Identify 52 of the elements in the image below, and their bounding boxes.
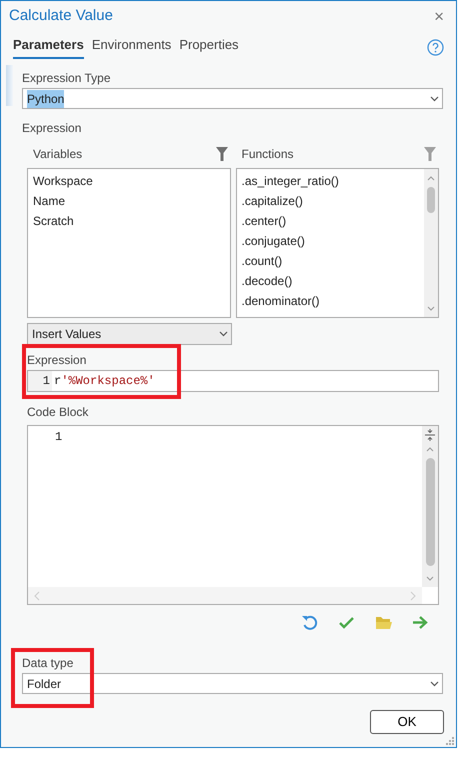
filter-icon[interactable]	[423, 146, 437, 162]
folder-icon[interactable]	[375, 614, 393, 631]
list-label: Variables	[33, 146, 82, 163]
expression-field[interactable]: 1 r'%Workspace%'	[27, 370, 439, 392]
field-label: Expression	[27, 352, 88, 369]
code-line: r'%Workspace%'	[53, 373, 155, 390]
list-item[interactable]: .as_integer_ratio()	[236, 171, 424, 191]
scrollbar[interactable]	[424, 169, 438, 317]
dropdown-value: Python	[27, 90, 64, 108]
line-number: 1	[28, 371, 52, 391]
expression-type-dropdown[interactable]: Python	[22, 88, 443, 109]
field-label: Data type	[22, 655, 74, 672]
list-item[interactable]: .center()	[236, 211, 424, 231]
window-title: Calculate Value	[9, 6, 113, 26]
list-item[interactable]: .decode()	[236, 271, 424, 291]
ok-button[interactable]: OK	[370, 710, 444, 734]
field-label: Code Block	[27, 404, 88, 421]
split-icon[interactable]	[423, 428, 437, 442]
list-item[interactable]: Workspace	[28, 171, 230, 191]
resize-grip-icon[interactable]	[445, 736, 455, 746]
arrow-right-icon[interactable]	[412, 614, 430, 631]
scroll-left-icon[interactable]	[34, 590, 40, 600]
scrollbar-thumb[interactable]	[426, 458, 434, 566]
scrollbar[interactable]	[422, 426, 438, 587]
tab[interactable]: Properties	[179, 35, 239, 59]
list-item[interactable]: .denominator()	[236, 291, 424, 311]
help-icon[interactable]	[427, 38, 444, 56]
scrollbar-thumb[interactable]	[427, 187, 435, 213]
list-item[interactable]: Scratch	[28, 211, 230, 231]
data-type-dropdown[interactable]: Folder	[22, 673, 443, 694]
scroll-right-icon[interactable]	[410, 590, 416, 600]
list-item[interactable]: Name	[28, 191, 230, 211]
list-label: Functions	[242, 146, 294, 163]
line-number: 1	[55, 429, 62, 446]
field-label: Expression Type	[22, 70, 112, 87]
focus-indicator	[6, 65, 13, 106]
list-item[interactable]: .count()	[236, 251, 424, 271]
chevron-icon[interactable]	[430, 680, 439, 686]
checkmark-icon[interactable]	[338, 614, 356, 631]
list-item[interactable]: .capitalize()	[236, 191, 424, 211]
scrollbar[interactable]	[28, 587, 422, 604]
tab[interactable]: Environments	[92, 35, 172, 59]
list-item[interactable]: .conjugate()	[236, 231, 424, 251]
chevron-icon[interactable]	[430, 96, 439, 102]
undo-icon[interactable]	[301, 614, 319, 631]
tab[interactable]: Parameters	[13, 35, 84, 59]
close-button[interactable]: ×	[432, 8, 446, 24]
filter-icon[interactable]	[214, 146, 228, 162]
code-editor[interactable]: 1	[27, 425, 439, 605]
chevron-icon[interactable]	[219, 331, 228, 337]
insert-values-dropdown[interactable]: Insert Values	[27, 323, 232, 345]
section-label: Expression	[21, 120, 82, 137]
